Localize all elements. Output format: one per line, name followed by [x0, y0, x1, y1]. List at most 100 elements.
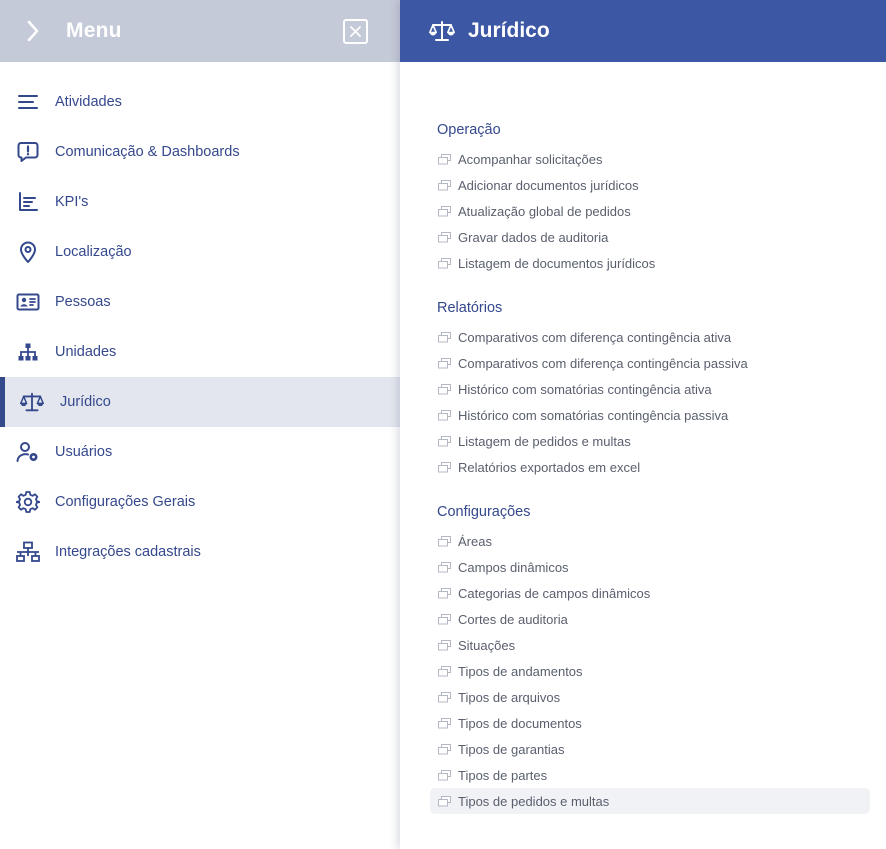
menu-title: Menu [66, 19, 122, 42]
windows-icon [438, 153, 451, 165]
windows-icon [438, 535, 451, 547]
menu-list: Atividades Comunicação & Dashboards KPI'… [0, 62, 400, 577]
menu-item-label: Comunicação & Dashboards [55, 144, 240, 160]
link-item[interactable]: Relatórios exportados em excel [430, 454, 870, 480]
menu-item-unidades[interactable]: Unidades [0, 327, 400, 377]
menu-item-kpis[interactable]: KPI's [0, 177, 400, 227]
gear-icon [16, 490, 40, 514]
menu-item-configuracoes-gerais[interactable]: Configurações Gerais [0, 477, 400, 527]
windows-icon [438, 769, 451, 781]
scales-icon [429, 19, 455, 43]
windows-icon [438, 795, 451, 807]
link-item[interactable]: Tipos de partes [430, 762, 870, 788]
section-relatorios: Relatórios Comparativos com diferença co… [430, 298, 870, 480]
windows-icon [438, 613, 451, 625]
link-label: Tipos de garantias [458, 741, 565, 757]
close-icon [350, 25, 361, 37]
section-title: Operação [437, 122, 501, 138]
windows-icon [438, 665, 451, 677]
windows-icon [438, 435, 451, 447]
link-item[interactable]: Áreas [430, 528, 870, 554]
windows-icon [438, 231, 451, 243]
link-item[interactable]: Histórico com somatórias contingência at… [430, 376, 870, 402]
link-label: Histórico com somatórias contingência pa… [458, 407, 729, 423]
menu-item-comunicacao-dashboards[interactable]: Comunicação & Dashboards [0, 127, 400, 177]
link-label: Campos dinâmicos [458, 559, 569, 575]
user-settings-icon [16, 440, 40, 464]
windows-icon [438, 691, 451, 703]
link-item[interactable]: Gravar dados de auditoria [430, 224, 870, 250]
map-pin-icon [16, 240, 40, 264]
link-label: Tipos de documentos [458, 715, 582, 731]
windows-icon [438, 331, 451, 343]
section-configuracoes: Configurações Áreas Campos dinâmicos Cat… [430, 502, 870, 814]
windows-icon [438, 205, 451, 217]
scales-icon [20, 390, 44, 414]
link-item[interactable]: Tipos de andamentos [430, 658, 870, 684]
windows-icon [438, 587, 451, 599]
link-label: Acompanhar solicitações [458, 151, 603, 167]
link-item[interactable]: Tipos de documentos [430, 710, 870, 736]
menu-item-label: Localização [55, 244, 132, 260]
chat-alert-icon [16, 140, 40, 164]
menu-item-label: Usuários [55, 444, 113, 460]
id-card-icon [16, 290, 40, 314]
menu-item-label: Atividades [55, 94, 122, 110]
windows-icon [438, 383, 451, 395]
link-label: Categorias de campos dinâmicos [458, 585, 651, 601]
section-operacao: Operação Acompanhar solicitações Adicion… [430, 120, 870, 276]
link-label: Tipos de arquivos [458, 689, 561, 705]
menu-item-usuarios[interactable]: Usuários [0, 427, 400, 477]
panel-body: Operação Acompanhar solicitações Adicion… [400, 62, 886, 814]
link-item[interactable]: Atualização global de pedidos [430, 198, 870, 224]
windows-icon [438, 179, 451, 191]
link-label: Comparativos com diferença contingência … [458, 329, 732, 345]
link-item[interactable]: Situações [430, 632, 870, 658]
link-label: Atualização global de pedidos [458, 203, 631, 219]
link-item[interactable]: Comparativos com diferença contingência … [430, 350, 870, 376]
link-label: Relatórios exportados em excel [458, 459, 641, 475]
link-item[interactable]: Listagem de pedidos e multas [430, 428, 870, 454]
link-label: Situações [458, 637, 516, 653]
link-item[interactable]: Campos dinâmicos [430, 554, 870, 580]
windows-icon [438, 409, 451, 421]
menu-item-label: Jurídico [60, 394, 111, 410]
menu-item-atividades[interactable]: Atividades [0, 77, 400, 127]
hierarchy-icon [16, 340, 40, 364]
link-item[interactable]: Cortes de auditoria [430, 606, 870, 632]
menu-item-label: Configurações Gerais [55, 494, 196, 510]
windows-icon [438, 561, 451, 573]
chevron-right-icon[interactable] [26, 19, 46, 43]
menu-item-localizacao[interactable]: Localização [0, 227, 400, 277]
panel-title: Jurídico [468, 19, 550, 42]
link-label: Tipos de pedidos e multas [458, 793, 610, 809]
menu-item-integracoes-cadastrais[interactable]: Integrações cadastrais [0, 527, 400, 577]
network-icon [16, 540, 40, 564]
link-item[interactable]: Comparativos com diferença contingência … [430, 324, 870, 350]
link-item[interactable]: Adicionar documentos jurídicos [430, 172, 870, 198]
link-item[interactable]: Categorias de campos dinâmicos [430, 580, 870, 606]
menu-item-label: Unidades [55, 344, 117, 360]
link-label: Gravar dados de auditoria [458, 229, 609, 245]
link-item[interactable]: Tipos de garantias [430, 736, 870, 762]
link-item[interactable]: Listagem de documentos jurídicos [430, 250, 870, 276]
link-label: Tipos de partes [458, 767, 548, 783]
link-item[interactable]: Tipos de arquivos [430, 684, 870, 710]
menu-item-pessoas[interactable]: Pessoas [0, 277, 400, 327]
link-item[interactable]: Acompanhar solicitações [430, 146, 870, 172]
section-title: Relatórios [437, 300, 503, 316]
link-label: Listagem de pedidos e multas [458, 433, 631, 449]
menu-item-juridico[interactable]: Jurídico [0, 377, 400, 427]
windows-icon [438, 639, 451, 651]
menu-item-label: KPI's [55, 194, 89, 210]
link-item[interactable]: Histórico com somatórias contingência pa… [430, 402, 870, 428]
windows-icon [438, 461, 451, 473]
close-menu-button[interactable] [343, 18, 368, 44]
windows-icon [438, 257, 451, 269]
menu-item-label: Integrações cadastrais [55, 544, 201, 560]
menu-item-label: Pessoas [55, 294, 111, 310]
link-item[interactable]: Tipos de pedidos e multas [430, 788, 870, 814]
panel-header: Jurídico [400, 0, 886, 62]
windows-icon [438, 357, 451, 369]
link-label: Listagem de documentos jurídicos [458, 255, 656, 271]
